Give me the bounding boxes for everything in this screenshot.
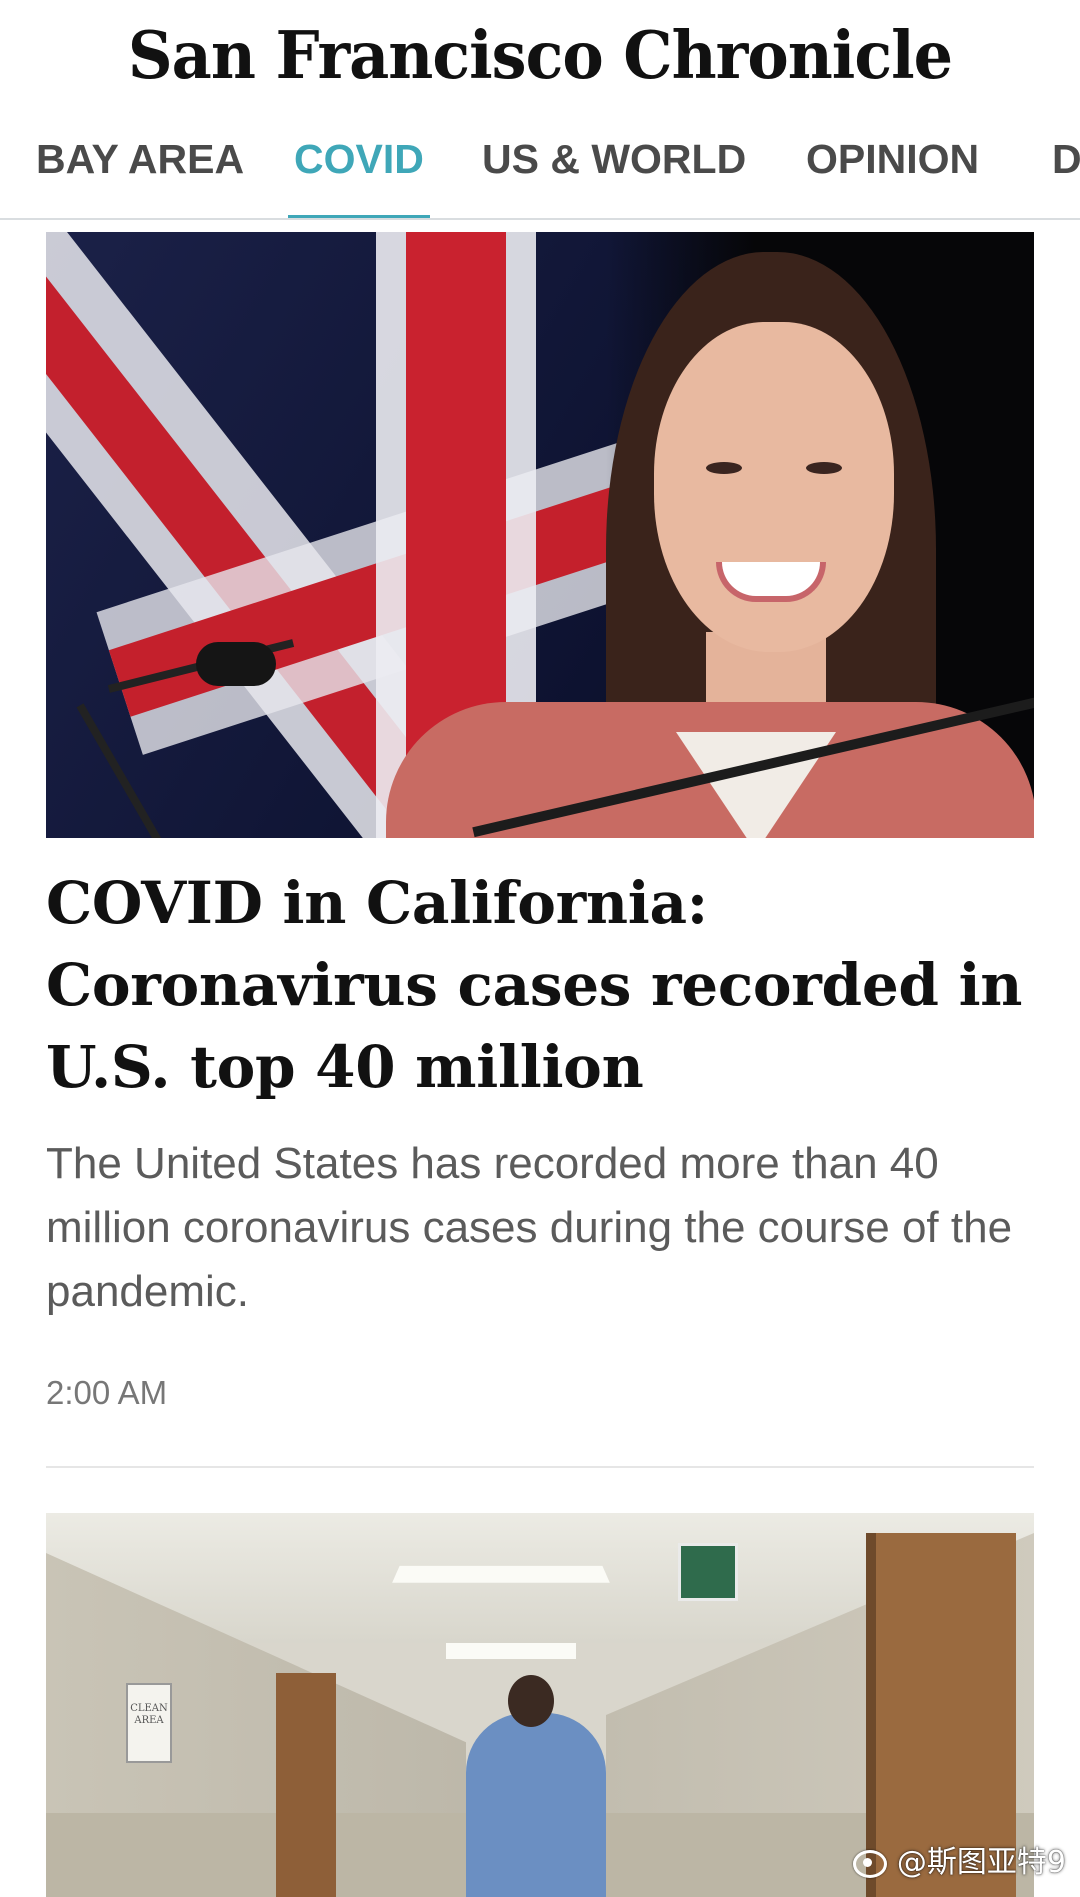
- active-tab-indicator: [288, 215, 430, 218]
- watermark-text: @斯图亚特9: [896, 1845, 1066, 1880]
- tab-covid[interactable]: COVID: [288, 110, 430, 218]
- watermark: @斯图亚特9: [851, 1837, 1066, 1881]
- microphone-icon: [196, 642, 276, 686]
- tab-us-world[interactable]: US & WORLD: [482, 110, 747, 218]
- masthead: San Francisco Chronicle: [0, 0, 1080, 110]
- tab-label: BAY AREA: [36, 136, 245, 182]
- tab-bay-area[interactable]: BAY AREA: [36, 110, 245, 218]
- tab-label: D: [1052, 136, 1080, 182]
- article-timestamp: 2:00 AM: [46, 1374, 168, 1411]
- site-logo[interactable]: San Francisco Chronicle: [128, 17, 953, 94]
- fire-extinguisher-sign-icon: [678, 1543, 738, 1601]
- article-headline[interactable]: COVID in California: Coronavirus cases r…: [46, 862, 1036, 1108]
- tab-label: US & WORLD: [482, 136, 747, 182]
- tab-label: OPINION: [806, 136, 980, 182]
- article-hero-image[interactable]: [46, 232, 1034, 838]
- tab-opinion[interactable]: OPINION: [806, 110, 980, 218]
- article-summary: The United States has recorded more than…: [46, 1139, 1013, 1316]
- clean-area-sign: CLEAN AREA: [126, 1683, 172, 1763]
- tab-label: COVID: [294, 136, 424, 182]
- weibo-icon: [851, 1844, 889, 1878]
- section-nav: BAY AREA COVID US & WORLD OPINION D: [0, 110, 1080, 220]
- article-divider: [46, 1466, 1034, 1468]
- tab-more-partial[interactable]: D: [1052, 110, 1080, 218]
